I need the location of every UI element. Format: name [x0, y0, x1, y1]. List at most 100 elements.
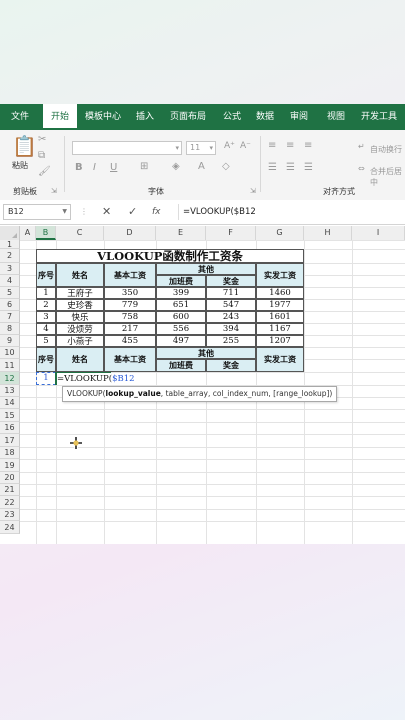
cell-seq[interactable]: 4	[36, 323, 56, 335]
header-base-salary[interactable]: 基本工资	[104, 263, 156, 287]
header-overtime[interactable]: 加班费	[156, 275, 206, 287]
wrap-text-button[interactable]: 自动换行	[370, 144, 402, 155]
cell-name[interactable]: 王府子	[56, 287, 104, 299]
drag-handle-icon[interactable]: ⋮	[80, 204, 88, 220]
align-center-icon[interactable]: ☰	[286, 162, 295, 173]
cell-base[interactable]: 758	[104, 311, 156, 323]
insert-function-icon[interactable]: fx	[152, 204, 161, 220]
merge-center-button[interactable]: 合并后居中	[370, 166, 405, 188]
row-header-10[interactable]: 10	[0, 347, 20, 359]
cell-bonus[interactable]: 243	[206, 311, 256, 323]
clipboard-launcher-icon[interactable]: ⇲	[51, 187, 57, 195]
align-middle-icon[interactable]: ≡	[286, 140, 294, 151]
align-bottom-icon[interactable]: ≡	[304, 140, 312, 151]
column-header-e[interactable]: E	[156, 226, 206, 240]
paste-button[interactable]: 粘贴	[12, 160, 28, 171]
cell-name[interactable]: 没烦劳	[56, 323, 104, 335]
paste-icon[interactable]: 📋	[12, 134, 37, 158]
row-header-24[interactable]: 24	[0, 521, 20, 534]
row-header-20[interactable]: 20	[0, 472, 20, 484]
select-all-corner[interactable]	[0, 226, 20, 240]
header-base-salary[interactable]: 基本工资	[104, 347, 156, 372]
font-name-combo[interactable]: ▾	[72, 141, 182, 155]
header-bonus[interactable]: 奖金	[206, 275, 256, 287]
underline-button[interactable]: U	[110, 162, 117, 173]
cell-seq[interactable]: 1	[36, 287, 56, 299]
cell-name[interactable]: 小燕子	[56, 335, 104, 347]
merge-center-icon[interactable]: ⇔	[358, 164, 365, 173]
tab-4[interactable]: 页面布局	[165, 104, 211, 130]
row-header-6[interactable]: 6	[0, 299, 20, 311]
cell-base[interactable]: 779	[104, 299, 156, 311]
cancel-icon[interactable]: ✕	[102, 204, 111, 220]
align-right-icon[interactable]: ☰	[304, 162, 313, 173]
tab-6[interactable]: 数据	[250, 104, 280, 130]
shrink-font-icon[interactable]: A⁻	[240, 141, 251, 151]
row-header-8[interactable]: 8	[0, 323, 20, 335]
header-name[interactable]: 姓名	[56, 347, 104, 372]
cell-name[interactable]: 快乐	[56, 311, 104, 323]
format-painter-icon[interactable]: 🖌	[38, 166, 51, 177]
tab-5[interactable]: 公式	[218, 104, 246, 130]
tab-1[interactable]: 开始	[43, 104, 77, 130]
border-icon[interactable]: ⊞	[140, 161, 148, 172]
worksheet-grid[interactable]: ABCDEFGHI 1 2 3 4 5 6 7 8 9 10 11 12 13 14 15 16 17 18 19 2…	[0, 226, 405, 544]
column-header-g[interactable]: G	[256, 226, 304, 240]
cell-seq[interactable]: 3	[36, 311, 56, 323]
row-header-5[interactable]: 5	[0, 287, 20, 299]
cell-seq[interactable]: 2	[36, 299, 56, 311]
column-header-i[interactable]: I	[352, 226, 405, 240]
cell-net[interactable]: 1167	[256, 323, 304, 335]
cell-overtime[interactable]: 651	[156, 299, 206, 311]
row-header-18[interactable]: 18	[0, 447, 20, 459]
row-header-11[interactable]: 11	[0, 359, 20, 372]
row-header-2[interactable]: 2	[0, 249, 20, 263]
row-header-15[interactable]: 15	[0, 409, 20, 422]
italic-button[interactable]: I	[93, 162, 96, 173]
clear-format-icon[interactable]: ◇	[222, 161, 230, 172]
header-net-salary[interactable]: 实发工资	[256, 263, 304, 287]
align-top-icon[interactable]: ≡	[268, 140, 276, 151]
align-left-icon[interactable]: ☰	[268, 162, 277, 173]
cell-net[interactable]: 1977	[256, 299, 304, 311]
tab-7[interactable]: 审阅	[283, 104, 315, 130]
font-color-icon[interactable]: A	[198, 161, 205, 172]
cell-bonus[interactable]: 711	[206, 287, 256, 299]
cell-bonus[interactable]: 255	[206, 335, 256, 347]
row-header-14[interactable]: 14	[0, 397, 20, 409]
cell-net[interactable]: 1460	[256, 287, 304, 299]
name-box[interactable]: B12 ▼	[3, 204, 71, 220]
cell-editor[interactable]: =VLOOKUP($B12	[57, 373, 135, 385]
row-header-23[interactable]: 23	[0, 509, 20, 521]
formula-input[interactable]: =VLOOKUP($B12	[178, 204, 405, 220]
header-bonus[interactable]: 奖金	[206, 359, 256, 372]
row-header-12[interactable]: 12	[0, 372, 20, 385]
cell-base[interactable]: 217	[104, 323, 156, 335]
font-size-combo[interactable]: 11 ▾	[186, 141, 216, 155]
row-header-22[interactable]: 22	[0, 496, 20, 509]
header-other[interactable]: 其他	[156, 263, 256, 275]
column-header-d[interactable]: D	[104, 226, 156, 240]
font-launcher-icon[interactable]: ⇲	[250, 187, 256, 195]
cell-overtime[interactable]: 497	[156, 335, 206, 347]
enter-icon[interactable]: ✓	[128, 204, 137, 220]
header-seq[interactable]: 序号	[36, 347, 56, 372]
row-header-9[interactable]: 9	[0, 335, 20, 347]
cell-bonus[interactable]: 547	[206, 299, 256, 311]
tab-8[interactable]: 视图	[320, 104, 352, 130]
row-header-21[interactable]: 21	[0, 484, 20, 496]
bold-button[interactable]: B	[75, 162, 83, 173]
cell-net[interactable]: 1207	[256, 335, 304, 347]
row-header-17[interactable]: 17	[0, 434, 20, 447]
tab-0[interactable]: 文件	[4, 104, 36, 130]
row-header-7[interactable]: 7	[0, 311, 20, 323]
header-seq[interactable]: 序号	[36, 263, 56, 287]
column-header-a[interactable]: A	[20, 226, 36, 240]
column-header-c[interactable]: C	[56, 226, 104, 240]
header-overtime[interactable]: 加班费	[156, 359, 206, 372]
row-header-19[interactable]: 19	[0, 459, 20, 472]
column-header-f[interactable]: F	[206, 226, 256, 240]
cell-name[interactable]: 史珍香	[56, 299, 104, 311]
row-header-13[interactable]: 13	[0, 385, 20, 397]
cut-icon[interactable]: ✂	[38, 134, 46, 145]
